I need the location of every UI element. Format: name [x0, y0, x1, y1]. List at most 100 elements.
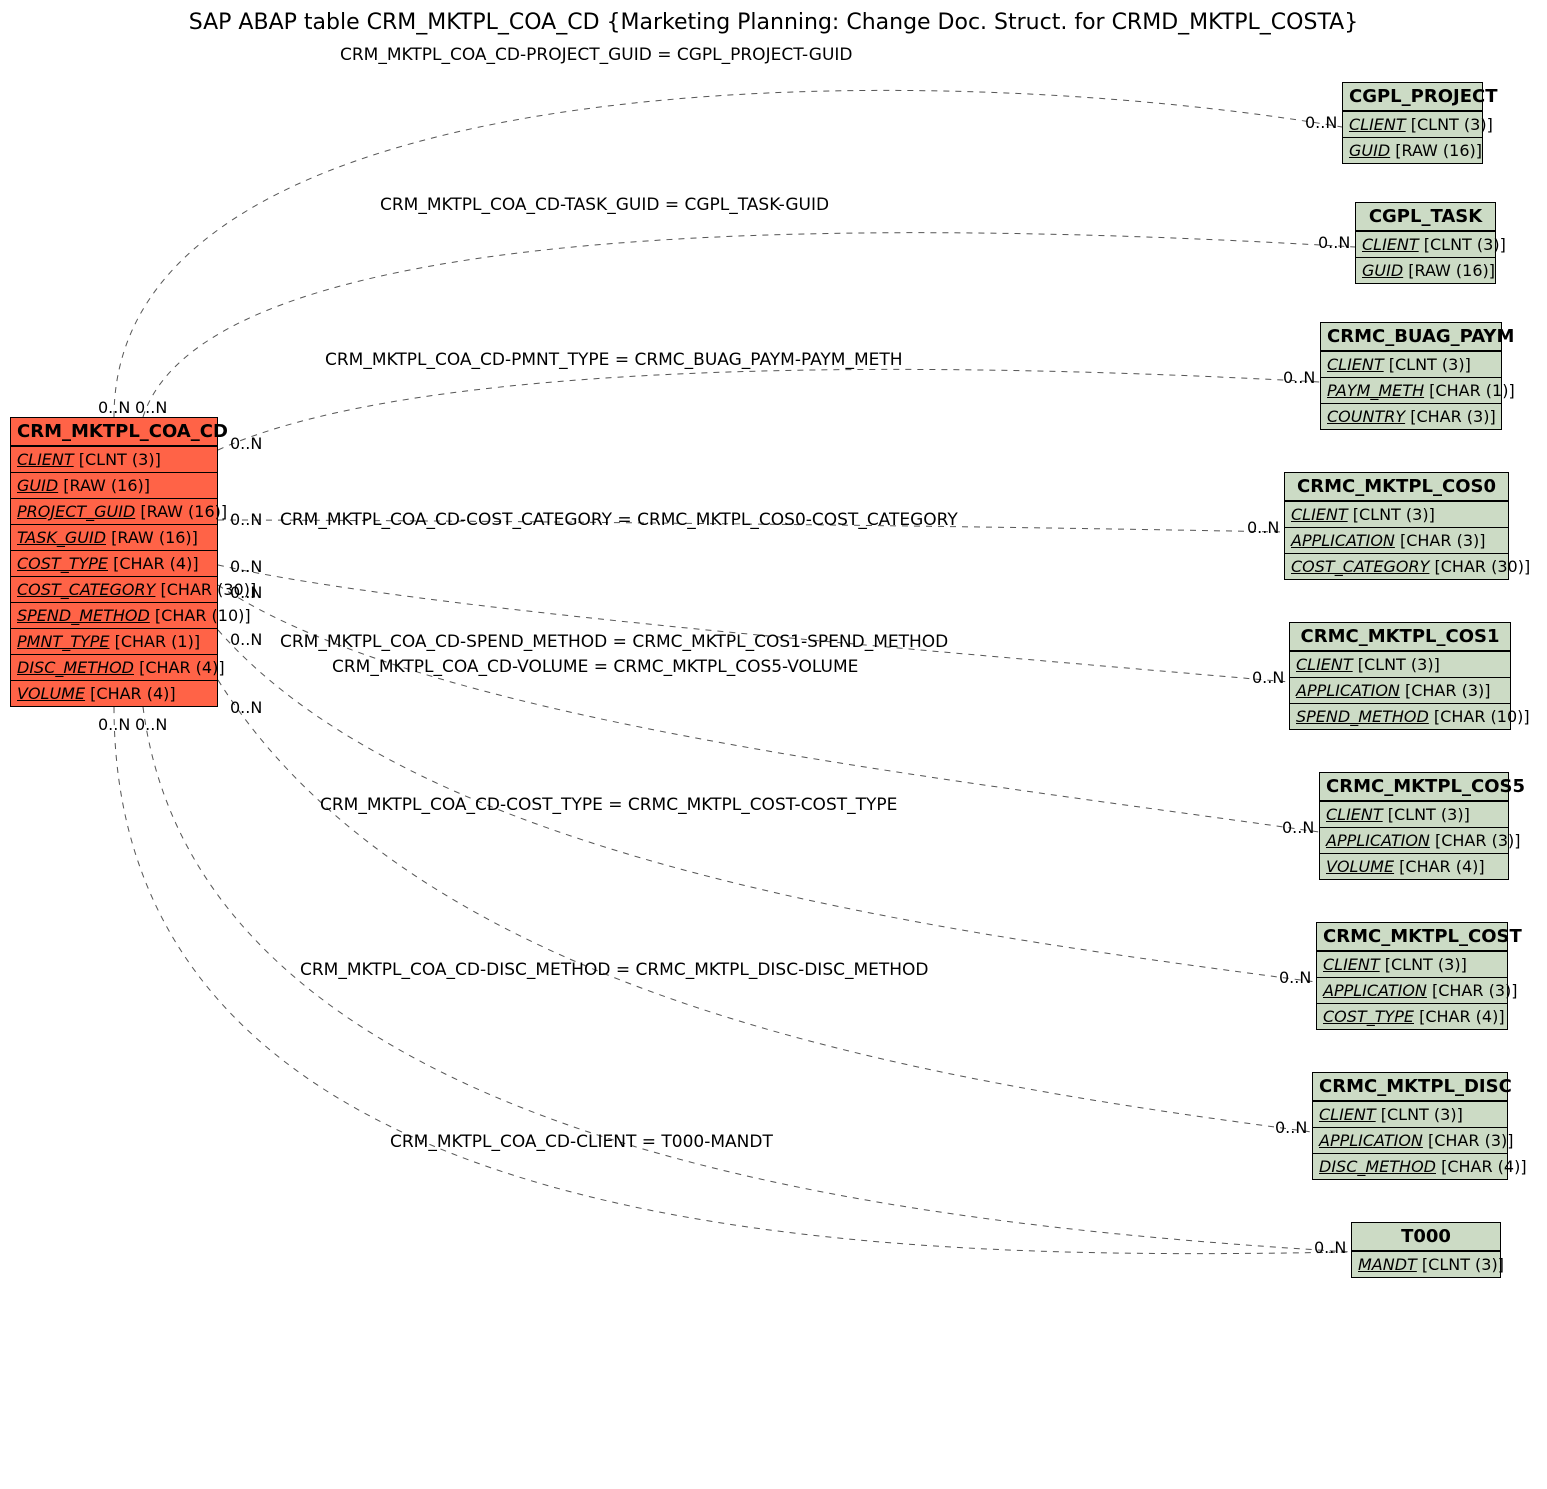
table-row: GUID [RAW (16)] — [1356, 257, 1495, 283]
edges-layer — [0, 0, 1547, 1489]
table-row: COUNTRY [CHAR (3)] — [1321, 403, 1501, 429]
edge-label: CRM_MKTPL_COA_CD-DISC_METHOD = CRMC_MKTP… — [300, 960, 929, 980]
table-row: TASK_GUID [RAW (16)] — [11, 524, 217, 550]
relationship-edge — [218, 680, 1312, 1132]
table-crmc_mktpl_cost: CRMC_MKTPL_COSTCLIENT [CLNT (3)]APPLICAT… — [1316, 922, 1508, 1030]
column-name: SPEND_METHOD — [17, 606, 150, 625]
relationship-edge — [143, 233, 1355, 417]
column-type: [CLNT (3)] — [74, 450, 161, 469]
table-row: COST_TYPE [CHAR (4)] — [11, 550, 217, 576]
cardinality-target: 0..N — [1282, 818, 1314, 837]
cardinality-source: 0..N — [135, 715, 167, 734]
column-name: PAYM_METH — [1327, 381, 1424, 400]
table-crmc_buag_paym: CRMC_BUAG_PAYMCLIENT [CLNT (3)]PAYM_METH… — [1320, 322, 1502, 430]
table-header: CGPL_TASK — [1356, 203, 1495, 231]
table-header: CRMC_MKTPL_COS0 — [1285, 473, 1508, 501]
cardinality-source: 0..N — [230, 630, 262, 649]
column-type: [CHAR (3)] — [1427, 981, 1518, 1000]
column-type: [CLNT (3)] — [1406, 115, 1493, 134]
column-name: COUNTRY — [1327, 407, 1405, 426]
table-row: CLIENT [CLNT (3)] — [1321, 351, 1501, 377]
table-t000: T000MANDT [CLNT (3)] — [1351, 1222, 1501, 1278]
column-name: CLIENT — [1291, 505, 1348, 524]
column-type: [CHAR (3)] — [1423, 1131, 1514, 1150]
cardinality-target: 0..N — [1283, 368, 1315, 387]
column-type: [CLNT (3)] — [1383, 805, 1470, 824]
column-name: APPLICATION — [1291, 531, 1395, 550]
table-header: CRMC_MKTPL_COS5 — [1320, 773, 1508, 801]
cardinality-target: 0..N — [1314, 1238, 1346, 1257]
cardinality-source: 0..N — [230, 510, 262, 529]
column-name: APPLICATION — [1319, 1131, 1423, 1150]
column-type: [CHAR (1)] — [1424, 381, 1515, 400]
column-type: [RAW (16)] — [135, 502, 227, 521]
table-row: DISC_METHOD [CHAR (4)] — [1313, 1153, 1507, 1179]
column-name: SPEND_METHOD — [1296, 707, 1429, 726]
column-name: CLIENT — [1323, 955, 1380, 974]
column-name: APPLICATION — [1326, 831, 1430, 850]
table-header: CRMC_MKTPL_COS1 — [1290, 623, 1510, 651]
column-name: MANDT — [1358, 1255, 1417, 1274]
table-header: CGPL_PROJECT — [1343, 83, 1482, 111]
edge-label: CRM_MKTPL_COA_CD-COST_TYPE = CRMC_MKTPL_… — [320, 795, 897, 815]
column-type: [RAW (16)] — [106, 528, 198, 547]
table-row: CLIENT [CLNT (3)] — [1320, 801, 1508, 827]
column-type: [CLNT (3)] — [1348, 505, 1435, 524]
column-name: CLIENT — [1349, 115, 1406, 134]
table-row: PAYM_METH [CHAR (1)] — [1321, 377, 1501, 403]
column-name: APPLICATION — [1296, 681, 1400, 700]
relationship-edge — [218, 369, 1320, 450]
edge-label: CRM_MKTPL_COA_CD-SPEND_METHOD = CRMC_MKT… — [280, 632, 948, 652]
column-type: [CHAR (4)] — [85, 684, 176, 703]
table-header: CRMC_MKTPL_COST — [1317, 923, 1507, 951]
column-name: COST_CATEGORY — [1291, 557, 1429, 576]
column-type: [CLNT (3)] — [1353, 655, 1440, 674]
table-header: CRM_MKTPL_COA_CD — [11, 418, 217, 446]
table-crm_mktpl_coa_cd: CRM_MKTPL_COA_CDCLIENT [CLNT (3)]GUID [R… — [10, 417, 218, 707]
column-name: GUID — [17, 476, 58, 495]
table-header: T000 — [1352, 1223, 1500, 1251]
column-type: [CHAR (3)] — [1400, 681, 1491, 700]
column-type: [CHAR (4)] — [134, 658, 225, 677]
table-row: CLIENT [CLNT (3)] — [1290, 651, 1510, 677]
table-crmc_mktpl_disc: CRMC_MKTPL_DISCCLIENT [CLNT (3)]APPLICAT… — [1312, 1072, 1508, 1180]
column-name: VOLUME — [1326, 857, 1394, 876]
table-row: VOLUME [CHAR (4)] — [1320, 853, 1508, 879]
edge-label: CRM_MKTPL_COA_CD-PMNT_TYPE = CRMC_BUAG_P… — [325, 350, 903, 370]
table-crmc_mktpl_cos1: CRMC_MKTPL_COS1CLIENT [CLNT (3)]APPLICAT… — [1289, 622, 1511, 730]
table-row: APPLICATION [CHAR (3)] — [1317, 977, 1507, 1003]
table-row: SPEND_METHOD [CHAR (10)] — [1290, 703, 1510, 729]
table-row: APPLICATION [CHAR (3)] — [1285, 527, 1508, 553]
relationship-edge — [114, 707, 1351, 1254]
column-name: DISC_METHOD — [1319, 1157, 1436, 1176]
table-row: PROJECT_GUID [RAW (16)] — [11, 498, 217, 524]
column-name: PROJECT_GUID — [17, 502, 135, 521]
column-type: [CLNT (3)] — [1376, 1105, 1463, 1124]
cardinality-target: 0..N — [1279, 968, 1311, 987]
column-name: PMNT_TYPE — [17, 632, 110, 651]
column-type: [CHAR (4)] — [1436, 1157, 1527, 1176]
table-crmc_mktpl_cos5: CRMC_MKTPL_COS5CLIENT [CLNT (3)]APPLICAT… — [1319, 772, 1509, 880]
column-name: CLIENT — [1362, 235, 1419, 254]
table-row: MANDT [CLNT (3)] — [1352, 1251, 1500, 1277]
column-type: [CLNT (3)] — [1380, 955, 1467, 974]
table-row: CLIENT [CLNT (3)] — [11, 446, 217, 472]
column-name: CLIENT — [1327, 355, 1384, 374]
cardinality-target: 0..N — [1305, 113, 1337, 132]
table-row: CLIENT [CLNT (3)] — [1343, 111, 1482, 137]
cardinality-target: 0..N — [1247, 518, 1279, 537]
column-name: DISC_METHOD — [17, 658, 134, 677]
table-row: SPEND_METHOD [CHAR (10)] — [11, 602, 217, 628]
table-row: CLIENT [CLNT (3)] — [1317, 951, 1507, 977]
column-type: [CHAR (4)] — [108, 554, 199, 573]
table-row: APPLICATION [CHAR (3)] — [1320, 827, 1508, 853]
edge-label: CRM_MKTPL_COA_CD-CLIENT = T000-MANDT — [390, 1132, 773, 1152]
table-cgpl_project: CGPL_PROJECTCLIENT [CLNT (3)]GUID [RAW (… — [1342, 82, 1483, 164]
table-row: GUID [RAW (16)] — [11, 472, 217, 498]
column-type: [CLNT (3)] — [1419, 235, 1506, 254]
column-name: TASK_GUID — [17, 528, 106, 547]
column-name: CLIENT — [1319, 1105, 1376, 1124]
column-type: [RAW (16)] — [58, 476, 150, 495]
edge-label: CRM_MKTPL_COA_CD-VOLUME = CRMC_MKTPL_COS… — [332, 657, 858, 677]
column-name: CLIENT — [1296, 655, 1353, 674]
